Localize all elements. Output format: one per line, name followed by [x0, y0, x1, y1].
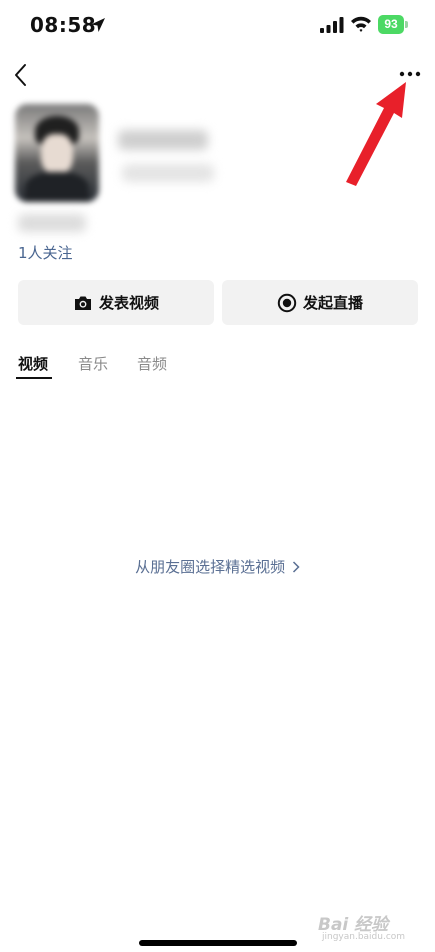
wifi-icon — [351, 16, 371, 32]
blurred-bio — [18, 214, 86, 232]
go-live-button[interactable]: 发起直播 — [222, 280, 418, 325]
red-arrow-annotation — [346, 82, 406, 186]
status-bar: 08:58 93 — [0, 0, 435, 52]
tab-music[interactable]: 音乐 — [78, 353, 108, 374]
blurred-account-id — [122, 164, 214, 182]
post-video-button[interactable]: 发表视频 — [18, 280, 214, 325]
select-link-label: 从朋友圈选择精选视频 — [135, 558, 286, 576]
camera-icon — [74, 296, 91, 310]
blurred-nickname — [118, 130, 208, 150]
live-record-icon — [277, 293, 297, 312]
avatar[interactable] — [15, 104, 99, 202]
status-time: 08:58 — [30, 13, 97, 37]
tab-audio[interactable]: 音频 — [137, 353, 167, 374]
cellular-signal-icon — [320, 17, 344, 33]
home-indicator[interactable] — [139, 940, 297, 946]
back-chevron-icon[interactable] — [11, 62, 31, 88]
battery-level: 93 — [378, 15, 404, 34]
tab-video[interactable]: 视频 — [18, 353, 48, 374]
chevron-right-icon — [292, 561, 300, 573]
select-featured-video-link[interactable]: 从朋友圈选择精选视频 — [0, 556, 435, 577]
active-tab-indicator — [16, 377, 52, 379]
location-arrow-icon — [91, 18, 105, 32]
go-live-label: 发起直播 — [302, 294, 363, 312]
follow-count-link[interactable]: 1人关注 — [18, 242, 73, 263]
battery-tip — [405, 21, 408, 28]
battery-indicator: 93 — [378, 15, 408, 34]
watermark: Bai 经验 jingyan.baidu.com — [318, 908, 428, 946]
post-video-label: 发表视频 — [98, 294, 159, 312]
watermark-sub: jingyan.baidu.com — [322, 932, 406, 942]
